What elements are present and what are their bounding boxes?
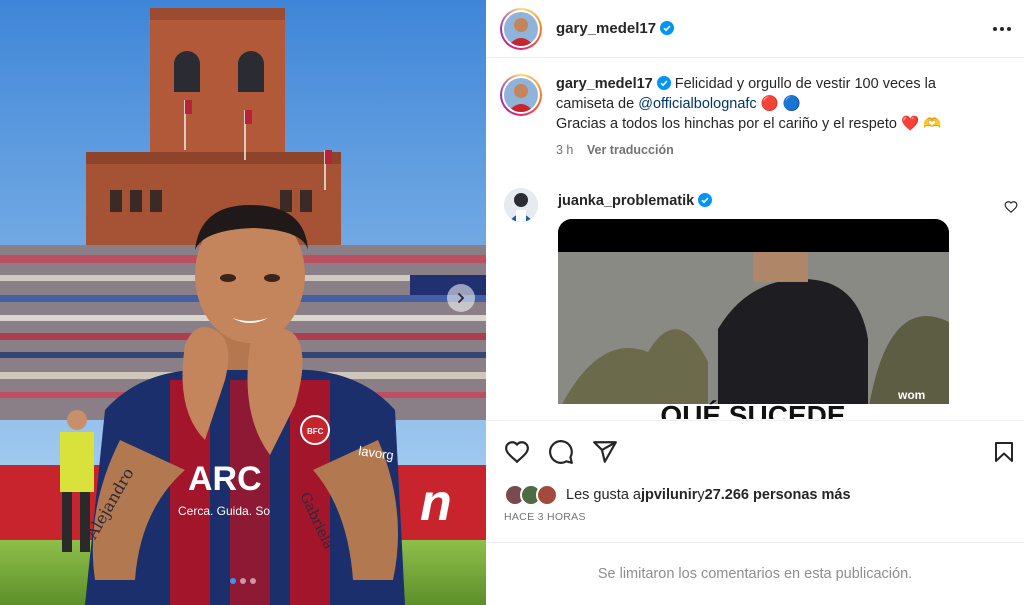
translate-button[interactable]: Ver traducción xyxy=(587,143,674,157)
comments-limited-notice: Se limitaron los comentarios en esta pub… xyxy=(486,542,1024,605)
heart-icon[interactable] xyxy=(504,439,530,465)
liker-avatar xyxy=(536,484,558,506)
commenter-username[interactable]: juanka_problematik xyxy=(558,193,713,209)
slide-dot xyxy=(230,578,236,584)
heart-hands-emoji: 🫶 xyxy=(923,116,942,132)
shirt-sponsor: ARC xyxy=(188,460,262,498)
next-slide-button[interactable] xyxy=(447,284,475,312)
chevron-right-icon xyxy=(458,293,465,303)
avatar-photo xyxy=(504,78,538,112)
photo-scene: n ARC Cerca. Guida. So lavorg BFC Alejan… xyxy=(0,0,486,605)
svg-text:n: n xyxy=(420,474,452,532)
verified-badge-icon xyxy=(656,76,671,90)
avatar-photo xyxy=(504,11,538,46)
red-circle-emoji: 🔴 xyxy=(760,96,779,112)
gif-caption: QUÉ SUCEDE xyxy=(660,400,845,419)
author-avatar[interactable] xyxy=(500,7,542,50)
post-photo[interactable]: n ARC Cerca. Guida. So lavorg BFC Alejan… xyxy=(0,0,486,605)
commenter-avatar[interactable] xyxy=(504,188,538,222)
gif-frame: wom QUÉ SUCEDE xyxy=(558,219,949,419)
bookmark-icon[interactable] xyxy=(992,439,1016,465)
caption-text: gary_medel17 Felicidad y orgullo de vest… xyxy=(556,74,976,134)
post-panel: gary_medel17 gary_medel17 Felicidad y or… xyxy=(486,0,1024,605)
mention-link[interactable]: @officialbolognafc xyxy=(638,96,756,112)
slide-indicator xyxy=(0,578,486,584)
post-actions xyxy=(486,420,1024,482)
gif-brand: wom xyxy=(897,388,925,402)
crest-text: BFC xyxy=(307,427,324,436)
comment-like-icon[interactable] xyxy=(1004,200,1018,214)
slide-dot xyxy=(250,578,256,584)
caption-line-1: Felicidad y orgullo de vestir 100 veces … xyxy=(674,76,936,92)
more-options-icon[interactable] xyxy=(992,19,1012,39)
comment-gif[interactable]: wom QUÉ SUCEDE xyxy=(558,219,949,419)
liker-avatars xyxy=(504,484,560,506)
post-header: gary_medel17 xyxy=(486,0,1024,58)
liker-username[interactable]: jpvilunir xyxy=(641,487,697,503)
caption-username[interactable]: gary_medel17 xyxy=(556,76,653,92)
comment-icon[interactable] xyxy=(548,439,574,465)
share-icon[interactable] xyxy=(592,439,618,465)
likes-prefix: Les gusta a xyxy=(566,487,641,503)
likes-count[interactable]: 27.266 personas más xyxy=(705,487,851,503)
caption-avatar[interactable] xyxy=(500,74,542,116)
blue-circle-emoji: 🔵 xyxy=(782,96,801,112)
shirt-tagline: Cerca. Guida. So xyxy=(178,504,270,518)
heart-emoji: ❤️ xyxy=(900,116,920,132)
likes-summary[interactable]: Les gusta a jpvilunir y 27.266 personas … xyxy=(504,484,851,506)
post-caption: gary_medel17 Felicidad y orgullo de vest… xyxy=(486,58,1024,160)
slide-dot xyxy=(240,578,246,584)
verified-badge-icon xyxy=(660,21,675,35)
caption-line-2: camiseta de xyxy=(556,96,639,112)
author-username[interactable]: gary_medel17 xyxy=(556,20,675,37)
likes-middle: y xyxy=(697,487,705,503)
avatar-photo xyxy=(504,188,538,222)
caption-line-3: Gracias a todos los hinchas por el cariñ… xyxy=(556,116,897,132)
verified-badge-icon xyxy=(698,193,713,207)
post-time: 3 h xyxy=(556,143,574,157)
post-timestamp: HACE 3 HORAS xyxy=(504,511,586,523)
